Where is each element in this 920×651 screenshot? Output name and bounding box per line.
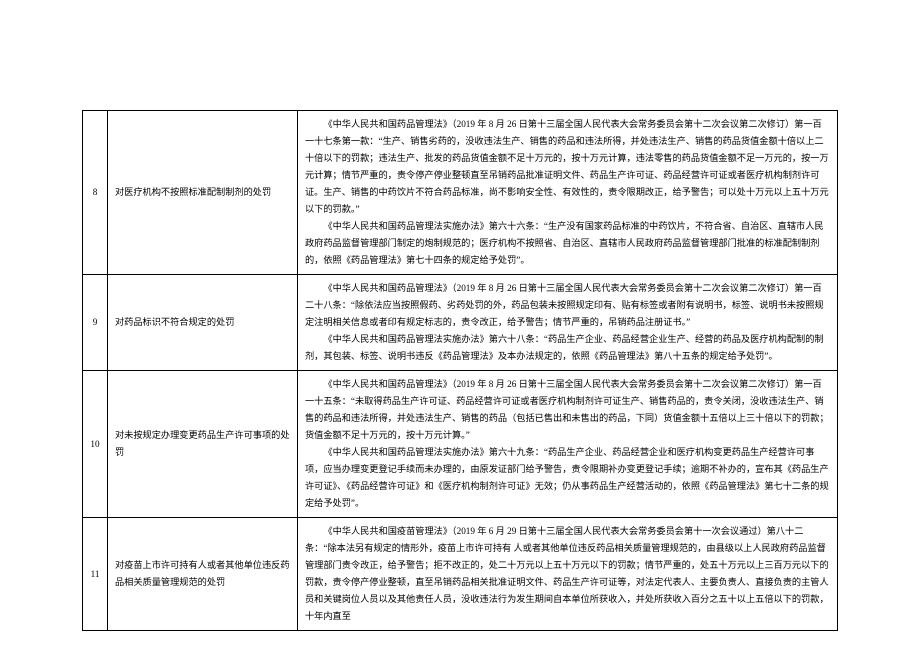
row-title: 对疫苗上市许可持有人或者其他单位违反药品相关质量管理规范的处罚 [108,518,298,631]
body-paragraph: 《中华人民共和国药品管理法》（2019 年 8 月 26 日第十三届全国人民代表… [305,280,830,331]
row-number: 11 [83,518,108,631]
body-paragraph: 《中华人民共和国药品管理法》（2019 年 8 月 26 日第十三届全国人民代表… [305,376,830,444]
row-title: 对医疗机构不按照标准配制制剂的处罚 [108,110,298,274]
body-paragraph: 《中华人民共和国药品管理法实施办法》第六十六条：“生产没有国家药品标准的中药饮片… [305,218,830,269]
row-number: 9 [83,274,108,370]
table-row: 11对疫苗上市许可持有人或者其他单位违反药品相关质量管理规范的处罚《中华人民共和… [83,518,838,631]
body-paragraph: 《中华人民共和国疫苗管理法》（2019 年 6 月 29 日第十三届全国人民代表… [305,523,830,625]
table-row: 10对未按规定办理变更药品生产许可事项的处罚《中华人民共和国药品管理法》（201… [83,371,838,518]
row-body: 《中华人民共和国疫苗管理法》（2019 年 6 月 29 日第十三届全国人民代表… [298,518,838,631]
row-number: 10 [83,371,108,518]
row-body: 《中华人民共和国药品管理法》（2019 年 8 月 26 日第十三届全国人民代表… [298,274,838,370]
table-row: 8对医疗机构不按照标准配制制剂的处罚《中华人民共和国药品管理法》（2019 年 … [83,110,838,274]
row-title: 对未按规定办理变更药品生产许可事项的处罚 [108,371,298,518]
body-paragraph: 《中华人民共和国药品管理法实施办法》第六十八条：“药品生产企业、药品经营企业生产… [305,331,830,365]
row-number: 8 [83,110,108,274]
body-paragraph: 《中华人民共和国药品管理法》（2019 年 8 月 26 日第十三届全国人民代表… [305,116,830,218]
table-row: 9对药品标识不符合规定的处罚《中华人民共和国药品管理法》（2019 年 8 月 … [83,274,838,370]
row-body: 《中华人民共和国药品管理法》（2019 年 8 月 26 日第十三届全国人民代表… [298,371,838,518]
row-title: 对药品标识不符合规定的处罚 [108,274,298,370]
body-paragraph: 《中华人民共和国药品管理法实施办法》第六十九条：“药品生产企业、药品经营企业和医… [305,444,830,512]
row-body: 《中华人民共和国药品管理法》（2019 年 8 月 26 日第十三届全国人民代表… [298,110,838,274]
penalty-table: 8对医疗机构不按照标准配制制剂的处罚《中华人民共和国药品管理法》（2019 年 … [82,110,838,631]
